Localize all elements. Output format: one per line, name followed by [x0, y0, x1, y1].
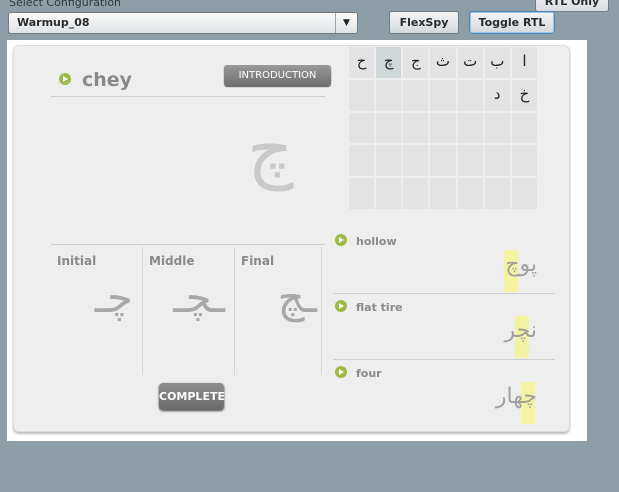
alphabet-cell	[376, 112, 402, 144]
form-label: Initial	[57, 254, 97, 268]
play-word-icon[interactable]	[335, 300, 347, 312]
big-letter: چ	[247, 107, 294, 191]
form-glyph: ـچـ	[173, 273, 225, 322]
alphabet-cell[interactable]: ح	[349, 47, 375, 78]
alphabet-cell	[511, 112, 537, 144]
form-initial: Initial چـ	[51, 247, 141, 375]
title-divider	[51, 96, 325, 97]
config-select-value: Warmup_08	[17, 16, 90, 29]
alphabet-cell[interactable]: ث	[430, 47, 456, 78]
form-label: Middle	[149, 254, 195, 268]
form-final: Final ـچ	[235, 247, 325, 375]
word-row: four چهار	[333, 366, 555, 432]
alphabet-cell	[430, 178, 456, 209]
config-select[interactable]: Warmup_08 ▼	[8, 12, 358, 34]
alphabet-grid: ح چ ج ث ت ب ا د خ	[349, 47, 537, 209]
form-divider	[321, 247, 322, 375]
toggle-rtl-button[interactable]: Toggle RTL	[469, 11, 555, 34]
chevron-down-icon[interactable]: ▼	[335, 13, 357, 33]
alphabet-cell	[484, 112, 510, 144]
alphabet-cell	[376, 178, 402, 209]
complete-button[interactable]: COMPLETE	[159, 383, 225, 410]
word-meaning: hollow	[356, 235, 397, 248]
forms-divider	[51, 244, 325, 245]
alphabet-cell	[457, 145, 483, 177]
word-row: hollow پوچ	[333, 234, 555, 300]
word-text: چهار	[495, 384, 537, 409]
word-meaning: four	[356, 367, 382, 380]
word-text: نچر	[504, 318, 537, 343]
alphabet-cell[interactable]: د	[484, 79, 510, 111]
alphabet-cell	[430, 145, 456, 177]
word-meaning: flat tire	[356, 301, 403, 314]
form-glyph: ـچ	[277, 273, 317, 322]
letter-forms: Initial چـ Middle ـچـ Final ـچ	[51, 247, 325, 375]
alphabet-cell	[457, 79, 483, 111]
form-glyph: چـ	[94, 273, 133, 322]
alphabet-cell	[403, 145, 429, 177]
lesson-panel: chey INTRODUCTION چ Initial چـ Middle ـچ…	[13, 45, 570, 432]
alphabet-cell	[430, 79, 456, 111]
alphabet-cell[interactable]: ا	[511, 47, 537, 78]
introduction-button[interactable]: INTRODUCTION	[224, 65, 331, 86]
alphabet-cell	[403, 112, 429, 144]
alphabet-cell	[376, 145, 402, 177]
letter-name: chey	[82, 69, 133, 91]
alphabet-cell[interactable]: خ	[511, 79, 537, 111]
form-middle: Middle ـچـ	[143, 247, 233, 375]
config-label: Select Configuration	[9, 0, 122, 9]
lesson-stage: chey INTRODUCTION چ Initial چـ Middle ـچ…	[7, 40, 587, 441]
alphabet-cell	[376, 79, 402, 111]
alphabet-cell	[484, 178, 510, 209]
play-word-icon[interactable]	[335, 366, 347, 378]
word-divider	[333, 359, 555, 360]
alphabet-cell	[349, 178, 375, 209]
alphabet-cell[interactable]: ب	[484, 47, 510, 78]
alphabet-cell	[430, 112, 456, 144]
alphabet-cell	[349, 145, 375, 177]
play-word-icon[interactable]	[335, 234, 347, 246]
alphabet-cell	[403, 79, 429, 111]
alphabet-cell	[349, 112, 375, 144]
flexspy-button[interactable]: FlexSpy	[389, 11, 459, 34]
alphabet-cell	[484, 145, 510, 177]
alphabet-cell[interactable]: ت	[457, 47, 483, 78]
alphabet-cell	[349, 79, 375, 111]
alphabet-cell-selected[interactable]: چ	[376, 47, 402, 78]
play-letter-icon[interactable]	[59, 73, 71, 85]
word-divider	[333, 293, 555, 294]
alphabet-cell	[403, 178, 429, 209]
alphabet-cell[interactable]: ج	[403, 47, 429, 78]
word-row: flat tire نچر	[333, 300, 555, 366]
alphabet-cell	[457, 112, 483, 144]
alphabet-cell	[511, 145, 537, 177]
alphabet-cell	[511, 178, 537, 209]
alphabet-cell	[457, 178, 483, 209]
form-label: Final	[241, 254, 275, 268]
word-text: پوچ	[505, 252, 537, 277]
